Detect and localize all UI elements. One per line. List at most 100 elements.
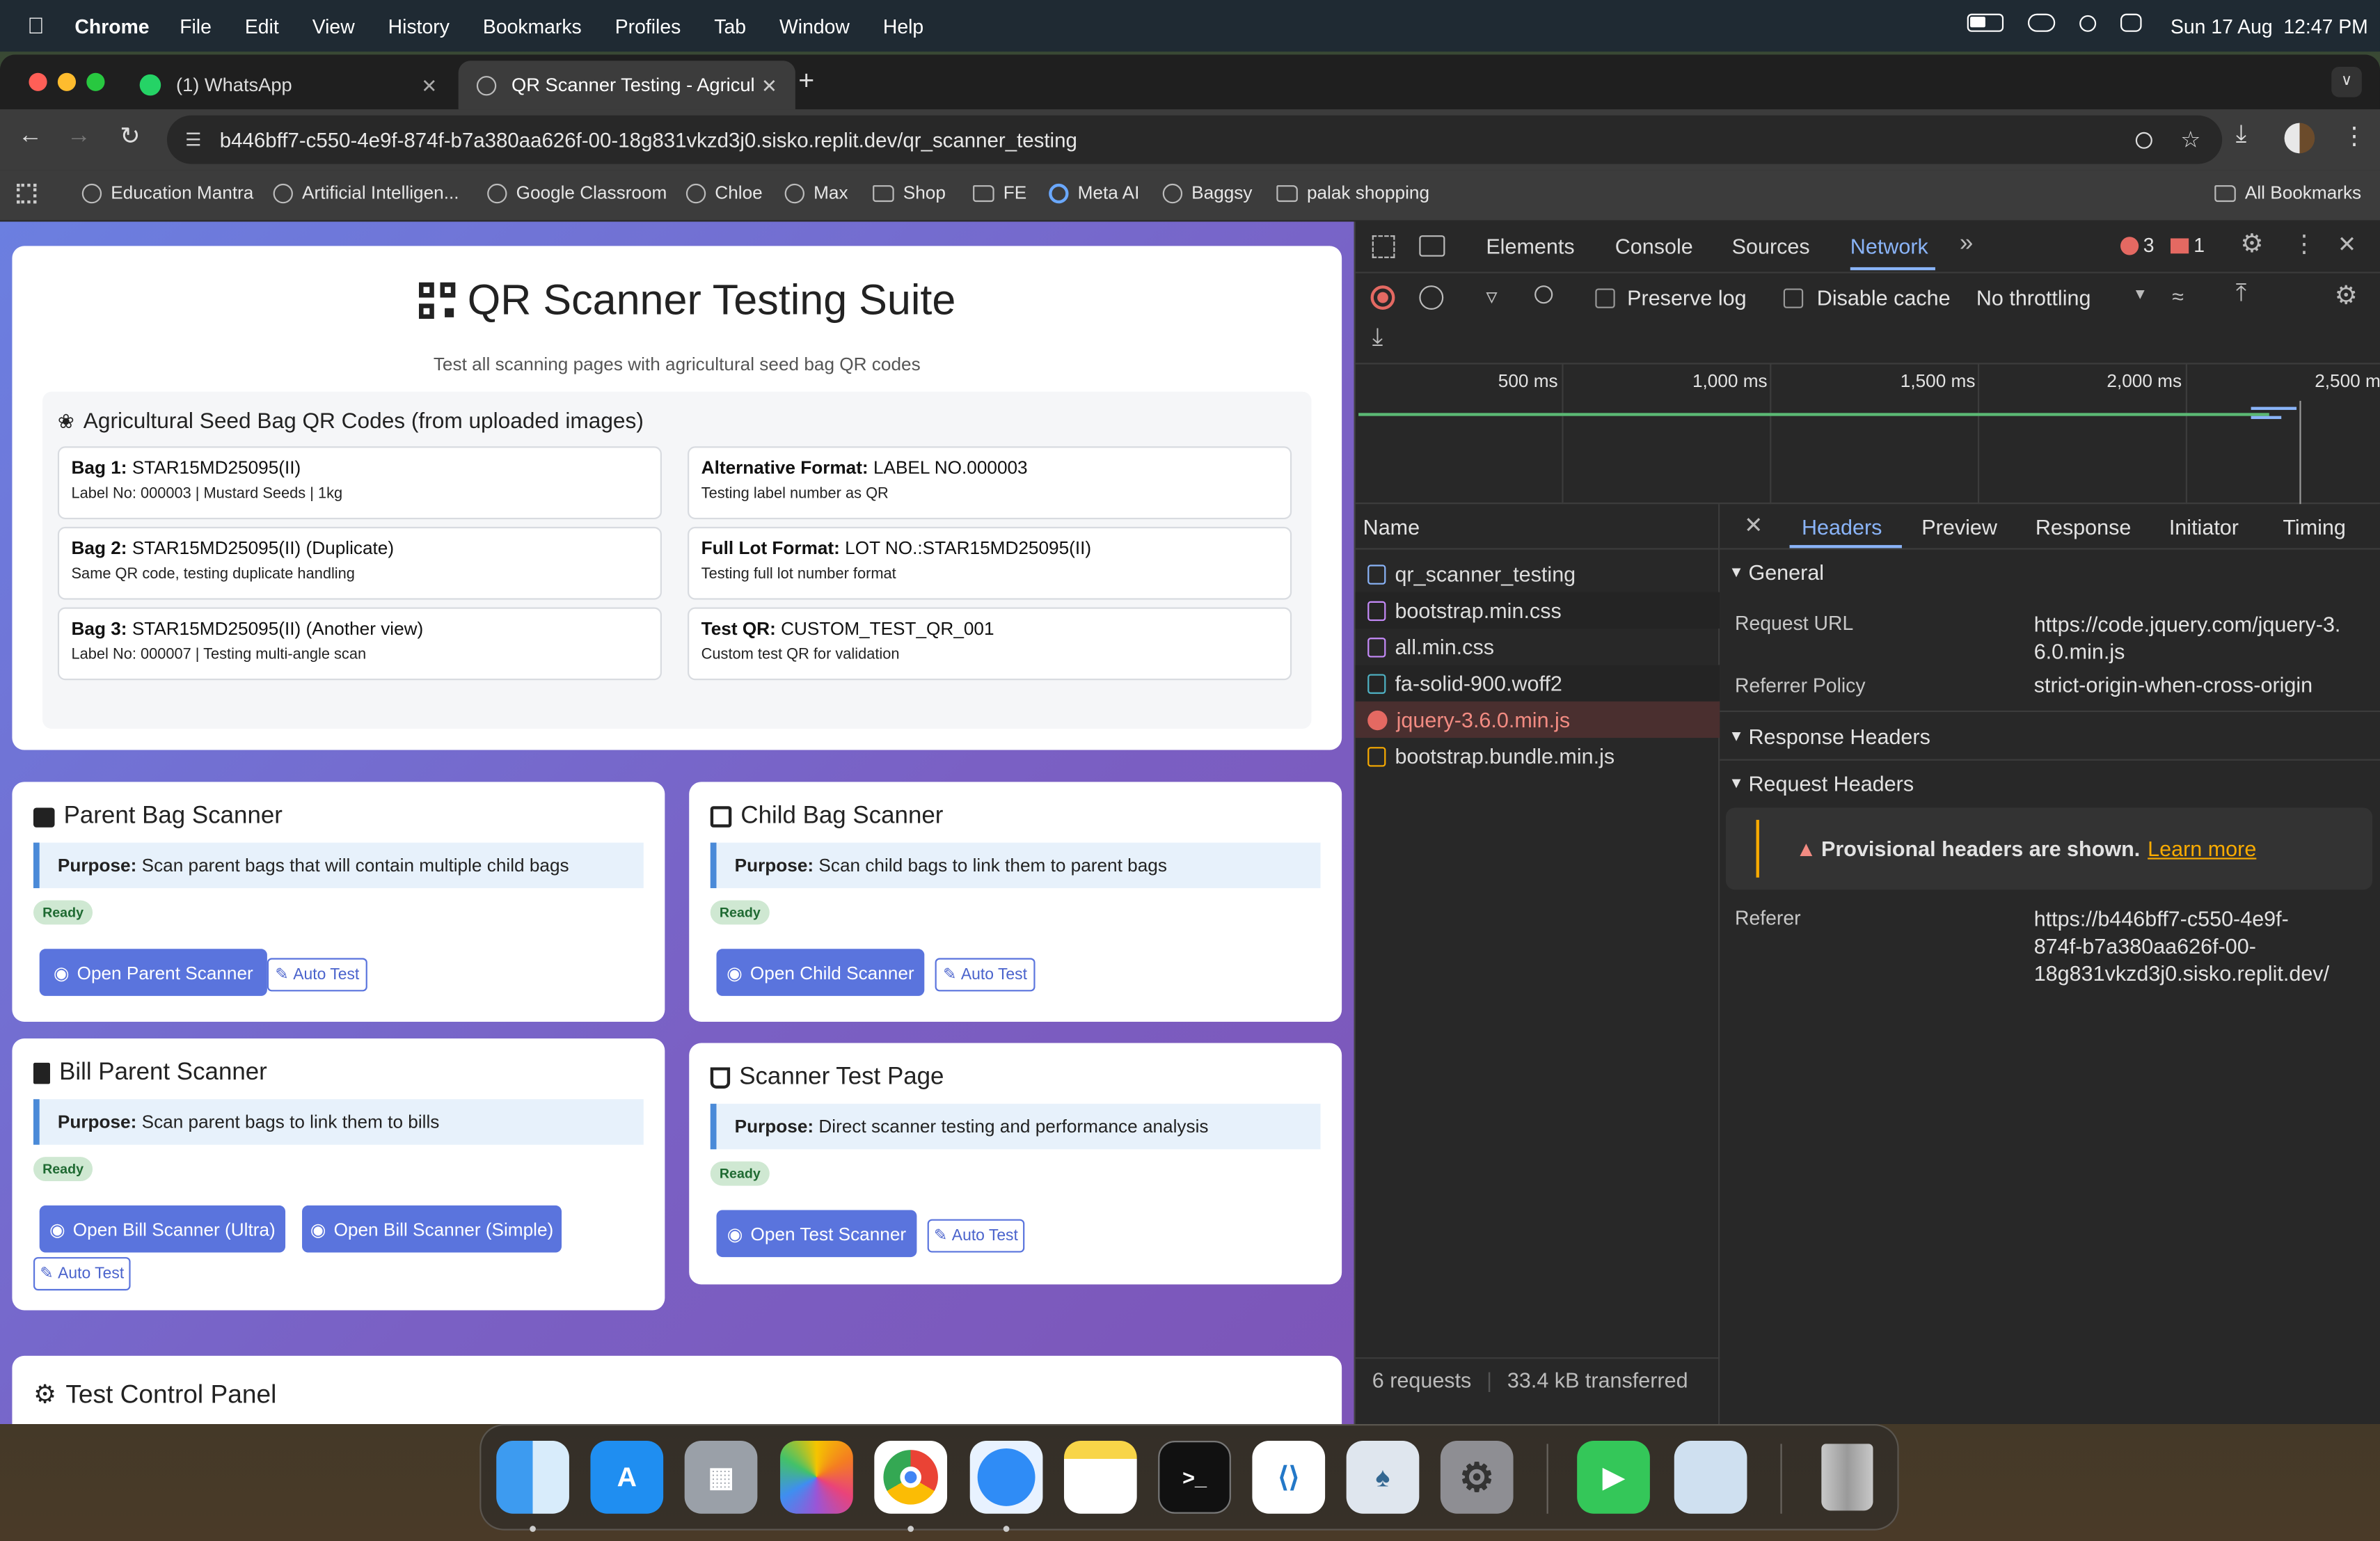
record-icon[interactable] (1370, 285, 1395, 310)
safari-icon[interactable] (969, 1441, 1043, 1514)
chevron-down-icon[interactable]: ▼ (2132, 287, 2148, 303)
throttling-select[interactable]: No throttling (1976, 285, 2091, 310)
request-row[interactable]: bootstrap.bundle.min.js (1356, 738, 1720, 774)
import-har-icon[interactable]: ⤒ (2236, 281, 2246, 308)
forward-icon[interactable]: → (67, 123, 91, 150)
disable-cache-checkbox[interactable] (1783, 288, 1804, 308)
tab-response[interactable]: Response (2036, 514, 2132, 539)
filter-icon[interactable]: ▿ (1486, 283, 1497, 310)
finder-icon[interactable] (496, 1441, 569, 1514)
export-har-icon[interactable]: ⤓ (1372, 325, 1383, 352)
auto-test-button[interactable]: ✎ Auto Test (935, 958, 1036, 992)
qr-code-card[interactable]: Alternative Format: LABEL NO.000003 Testi… (688, 446, 1292, 519)
network-conditions-icon[interactable]: ≈ (2172, 284, 2184, 308)
search-icon[interactable] (2079, 14, 2097, 31)
bookmark-star-icon[interactable]: ☆ (2180, 126, 2200, 153)
tab-close-icon[interactable]: ✕ (421, 74, 437, 97)
close-detail-icon[interactable]: ✕ (1744, 512, 1763, 539)
address-bar[interactable]: ☰ b446bff7-c550-4e9f-874f-b7a380aa626f-0… (166, 115, 2223, 164)
tab-console[interactable]: Console (1615, 234, 1693, 258)
menu-app-name[interactable]: Chrome (74, 15, 149, 38)
tab-headers[interactable]: Headers (1802, 514, 1882, 539)
reload-icon[interactable]: ↻ (120, 122, 140, 152)
maximize-window-button[interactable] (86, 72, 105, 91)
zoom-icon[interactable] (2135, 131, 2152, 148)
more-menu-icon[interactable]: ⋮ (2342, 122, 2366, 152)
minimize-window-button[interactable] (57, 72, 77, 91)
clock[interactable]: Sun 17 Aug 12:47 PM (2171, 15, 2368, 38)
new-tab-button[interactable]: + (798, 65, 814, 97)
close-window-button[interactable] (29, 72, 47, 91)
trash-icon[interactable] (1811, 1441, 1884, 1514)
menu-file[interactable]: File (180, 15, 212, 38)
terminal-icon[interactable]: >_ (1158, 1441, 1231, 1514)
cast-icon[interactable] (2027, 13, 2056, 32)
device-toolbar-icon[interactable] (1419, 235, 1445, 257)
url-text[interactable]: b446bff7-c550-4e9f-874f-b7a380aa626f-00-… (220, 128, 1077, 151)
auto-test-button[interactable]: ✎ Auto Test (267, 958, 367, 992)
learn-more-link[interactable]: Learn more (2148, 837, 2256, 861)
request-row[interactable]: bootstrap.min.css (1355, 592, 1720, 629)
facetime-icon[interactable]: ▶ (1577, 1441, 1650, 1514)
tab-sources[interactable]: Sources (1732, 234, 1810, 258)
request-row-error[interactable]: jquery-3.6.0.min.js (1355, 701, 1720, 738)
qr-code-card[interactable]: Bag 1: STAR15MD25095(II) Label No: 000003… (57, 446, 662, 519)
clear-icon[interactable] (1419, 285, 1444, 310)
menu-view[interactable]: View (312, 15, 355, 38)
bookmark-meta-ai[interactable]: Meta AI (1049, 182, 1139, 203)
preview-icon[interactable] (1674, 1441, 1747, 1514)
qr-code-card[interactable]: Bag 3: STAR15MD25095(II) (Another view) L… (57, 607, 662, 681)
bookmark-artificial-intelligence[interactable]: Artificial Intelligen... (273, 182, 459, 203)
request-headers-section-header[interactable]: ▼ Request Headers (1720, 767, 2380, 800)
general-section-header[interactable]: ▼ General (1720, 555, 2380, 589)
menu-bookmarks[interactable]: Bookmarks (483, 15, 582, 38)
tab-whatsapp[interactable]: (1) WhatsApp ✕ (121, 61, 455, 109)
apps-grid-icon[interactable] (16, 183, 37, 204)
open-bill-scanner-simple-button[interactable]: ◉ Open Bill Scanner (Simple) (302, 1205, 562, 1253)
preserve-log-checkbox[interactable] (1595, 288, 1615, 308)
more-tabs-icon[interactable]: » (1960, 231, 1973, 258)
qr-code-card[interactable]: Full Lot Format: LOT NO.:STAR15MD25095(I… (688, 526, 1292, 600)
open-bill-scanner-ultra-button[interactable]: ◉ Open Bill Scanner (Ultra) (39, 1205, 286, 1253)
postgres-icon[interactable]: ♠ (1346, 1441, 1420, 1514)
tab-qr-scanner[interactable]: QR Scanner Testing - Agricult ✕ (458, 61, 795, 110)
bookmark-education-mantra[interactable]: Education Mantra (81, 182, 253, 203)
tab-close-icon[interactable]: ✕ (761, 74, 777, 97)
tab-search-button[interactable]: ∨ (2331, 66, 2362, 97)
bookmark-baggsy[interactable]: Baggsy (1162, 182, 1252, 203)
open-test-scanner-button[interactable]: ◉ Open Test Scanner (716, 1210, 917, 1258)
control-center-icon[interactable] (2120, 13, 2142, 32)
apple-icon[interactable]:  (27, 13, 45, 39)
bookmark-shop[interactable]: Shop (873, 182, 946, 203)
search-icon[interactable] (1534, 285, 1553, 304)
network-overview-timeline[interactable]: 500 ms 1,000 ms 1,500 ms 2,000 ms 2,500 … (1355, 364, 2380, 505)
request-row[interactable]: qr_scanner_testing (1356, 555, 1720, 592)
menu-tab[interactable]: Tab (714, 15, 746, 38)
back-icon[interactable]: ← (18, 123, 42, 150)
issues-counter[interactable]: 3 1 (2120, 234, 2205, 257)
vscode-icon[interactable]: ⟨⟩ (1252, 1441, 1326, 1514)
battery-icon[interactable] (1967, 13, 2004, 32)
app-store-icon[interactable]: A (590, 1441, 664, 1514)
auto-test-button[interactable]: ✎ Auto Test (927, 1219, 1025, 1253)
menu-window[interactable]: Window (779, 15, 850, 38)
system-settings-icon[interactable]: ⚙ (1440, 1441, 1514, 1514)
inspect-element-icon[interactable] (1372, 235, 1395, 258)
bookmark-max[interactable]: Max (784, 182, 848, 203)
menu-edit[interactable]: Edit (245, 15, 279, 38)
bookmark-google-classroom[interactable]: Google Classroom (487, 182, 667, 203)
menu-profiles[interactable]: Profiles (615, 15, 681, 38)
open-child-scanner-button[interactable]: ◉ Open Child Scanner (716, 949, 925, 996)
bookmark-palak-shopping[interactable]: palak shopping (1276, 182, 1429, 203)
bookmark-chloe[interactable]: Chloe (685, 182, 763, 203)
site-info-icon[interactable]: ☰ (185, 129, 201, 150)
all-bookmarks[interactable]: All Bookmarks (2214, 182, 2361, 203)
menu-help[interactable]: Help (883, 15, 923, 38)
qr-code-card[interactable]: Bag 2: STAR15MD25095(II) (Duplicate) Same… (57, 526, 662, 600)
auto-test-button[interactable]: ✎ Auto Test (33, 1257, 131, 1291)
bookmark-fe[interactable]: FE (973, 182, 1026, 203)
profile-avatar[interactable] (2284, 123, 2315, 154)
tab-timing[interactable]: Timing (2283, 514, 2346, 539)
photos-icon[interactable] (780, 1441, 853, 1514)
tab-preview[interactable]: Preview (1921, 514, 1997, 539)
